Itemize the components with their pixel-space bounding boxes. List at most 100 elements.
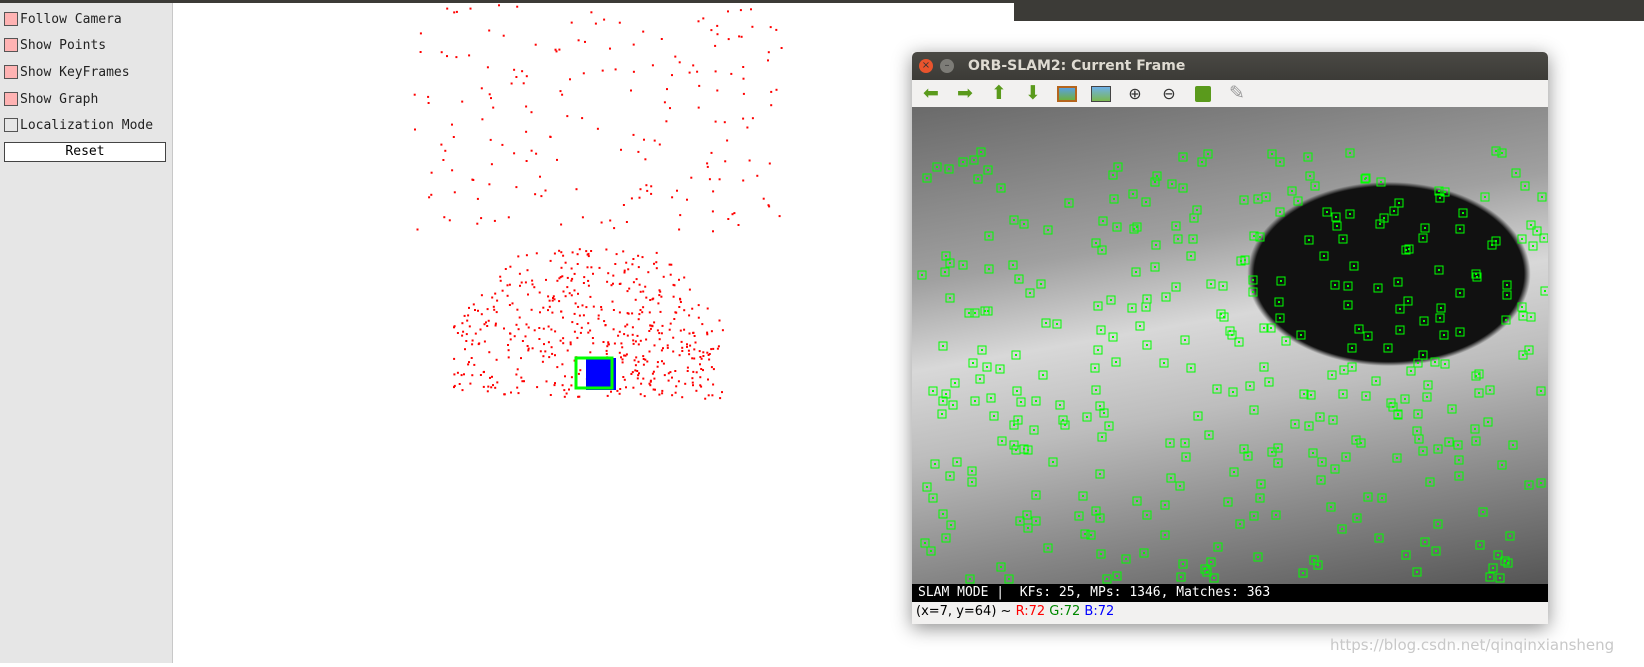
map-point	[730, 72, 733, 75]
map-point	[518, 316, 521, 319]
feature-point	[1095, 510, 1097, 512]
feature-point	[949, 475, 951, 477]
map-point	[461, 389, 464, 392]
feature-point	[1185, 456, 1187, 458]
map-point	[600, 221, 603, 224]
feature-point	[1367, 335, 1369, 337]
feature-point	[1308, 425, 1310, 427]
feature-point	[981, 349, 983, 351]
map-point	[563, 389, 566, 392]
map-point	[579, 331, 582, 334]
arrow-left-icon[interactable]: ⬅	[918, 83, 944, 105]
map-point	[486, 308, 489, 311]
feature-point	[1190, 367, 1192, 369]
show-keyframes-checkbox[interactable]: Show KeyFrames	[4, 62, 130, 82]
localization-mode-checkbox[interactable]: Localization Mode	[4, 115, 153, 135]
camera-frame[interactable]	[912, 107, 1548, 584]
map-point	[517, 328, 520, 331]
arrow-up-icon[interactable]: ⬆	[986, 83, 1012, 105]
map-point	[453, 326, 455, 329]
map-point	[583, 276, 586, 279]
map-point	[592, 305, 595, 308]
feature-point	[1252, 279, 1254, 281]
show-graph-checkbox[interactable]: Show Graph	[4, 89, 98, 109]
map-point	[673, 318, 676, 320]
map-point	[585, 306, 588, 309]
map-point	[530, 111, 533, 114]
feature-point	[1023, 223, 1025, 225]
map-point	[549, 394, 552, 396]
map-point	[456, 371, 459, 374]
window-titlebar[interactable]: × – ORB-SLAM2: Current Frame	[912, 52, 1548, 80]
map-point	[461, 100, 464, 103]
map-point	[527, 347, 530, 350]
map-point	[553, 252, 556, 255]
feature-point	[1540, 482, 1542, 484]
feature-point	[1278, 301, 1280, 303]
map-point	[525, 323, 528, 326]
map-point	[550, 328, 553, 331]
close-icon[interactable]: ×	[919, 59, 933, 73]
zoom-fit-icon[interactable]	[1088, 83, 1114, 105]
map-viewer[interactable]	[173, 3, 1014, 663]
feature-point	[1117, 166, 1119, 168]
slam-status-bar: SLAM MODE | KFs: 25, MPs: 1346, Matches:…	[912, 584, 1548, 602]
feature-point	[1438, 190, 1440, 192]
map-point	[499, 279, 502, 282]
map-point	[515, 76, 518, 78]
map-point	[496, 381, 499, 384]
follow-camera-checkbox[interactable]: Follow Camera	[4, 9, 122, 29]
map-point	[492, 384, 494, 387]
reset-button[interactable]: Reset	[4, 142, 166, 162]
feature-point	[1156, 175, 1158, 177]
feature-point	[1365, 395, 1367, 397]
feature-point	[974, 400, 976, 402]
show-points-checkbox[interactable]: Show Points	[4, 35, 106, 55]
arrow-down-icon[interactable]: ⬇	[1020, 83, 1046, 105]
map-point	[651, 324, 654, 327]
feature-point	[1271, 451, 1273, 453]
brush-icon[interactable]: ✎	[1224, 83, 1250, 105]
feature-point	[972, 362, 974, 364]
map-point	[665, 120, 668, 123]
map-point	[706, 165, 709, 168]
minimize-icon[interactable]: –	[940, 59, 954, 73]
feature-point	[1279, 211, 1281, 213]
map-point	[566, 276, 569, 279]
zoom-in-icon[interactable]: ⊕	[1122, 83, 1148, 105]
feature-point	[1351, 347, 1353, 349]
feature-point	[1252, 291, 1254, 293]
current-frame-window: × – ORB-SLAM2: Current Frame ⬅ ➡ ⬆ ⬇ ⊕ ⊖…	[912, 52, 1548, 624]
feature-point	[1170, 477, 1172, 479]
map-point	[636, 334, 639, 337]
map-point	[495, 358, 498, 361]
feature-point	[1457, 444, 1459, 446]
feature-point	[1279, 317, 1281, 319]
zoom-out-icon[interactable]: ⊖	[1156, 83, 1182, 105]
map-point	[669, 273, 672, 276]
toolbar: ⬅ ➡ ⬆ ⬇ ⊕ ⊖ ✎	[912, 80, 1548, 107]
map-point	[483, 340, 486, 343]
map-point	[683, 309, 686, 312]
map-point	[506, 284, 509, 287]
map-point	[587, 331, 590, 334]
map-point	[502, 34, 505, 37]
map-point	[501, 289, 504, 292]
map-point	[656, 361, 659, 364]
map-point	[481, 118, 484, 121]
map-point	[625, 353, 628, 356]
feature-point	[1059, 404, 1061, 406]
map-point	[571, 251, 574, 254]
map-point	[533, 286, 536, 289]
feature-point	[1405, 554, 1407, 556]
feature-point	[1343, 369, 1345, 371]
arrow-right-icon[interactable]: ➡	[952, 83, 978, 105]
image-icon[interactable]	[1054, 83, 1080, 105]
map-point	[549, 136, 552, 138]
save-icon[interactable]	[1190, 83, 1216, 105]
feature-point	[1489, 576, 1491, 578]
feature-point	[977, 178, 979, 180]
map-point	[561, 275, 564, 278]
feature-point	[971, 470, 973, 472]
map-point	[662, 362, 665, 365]
